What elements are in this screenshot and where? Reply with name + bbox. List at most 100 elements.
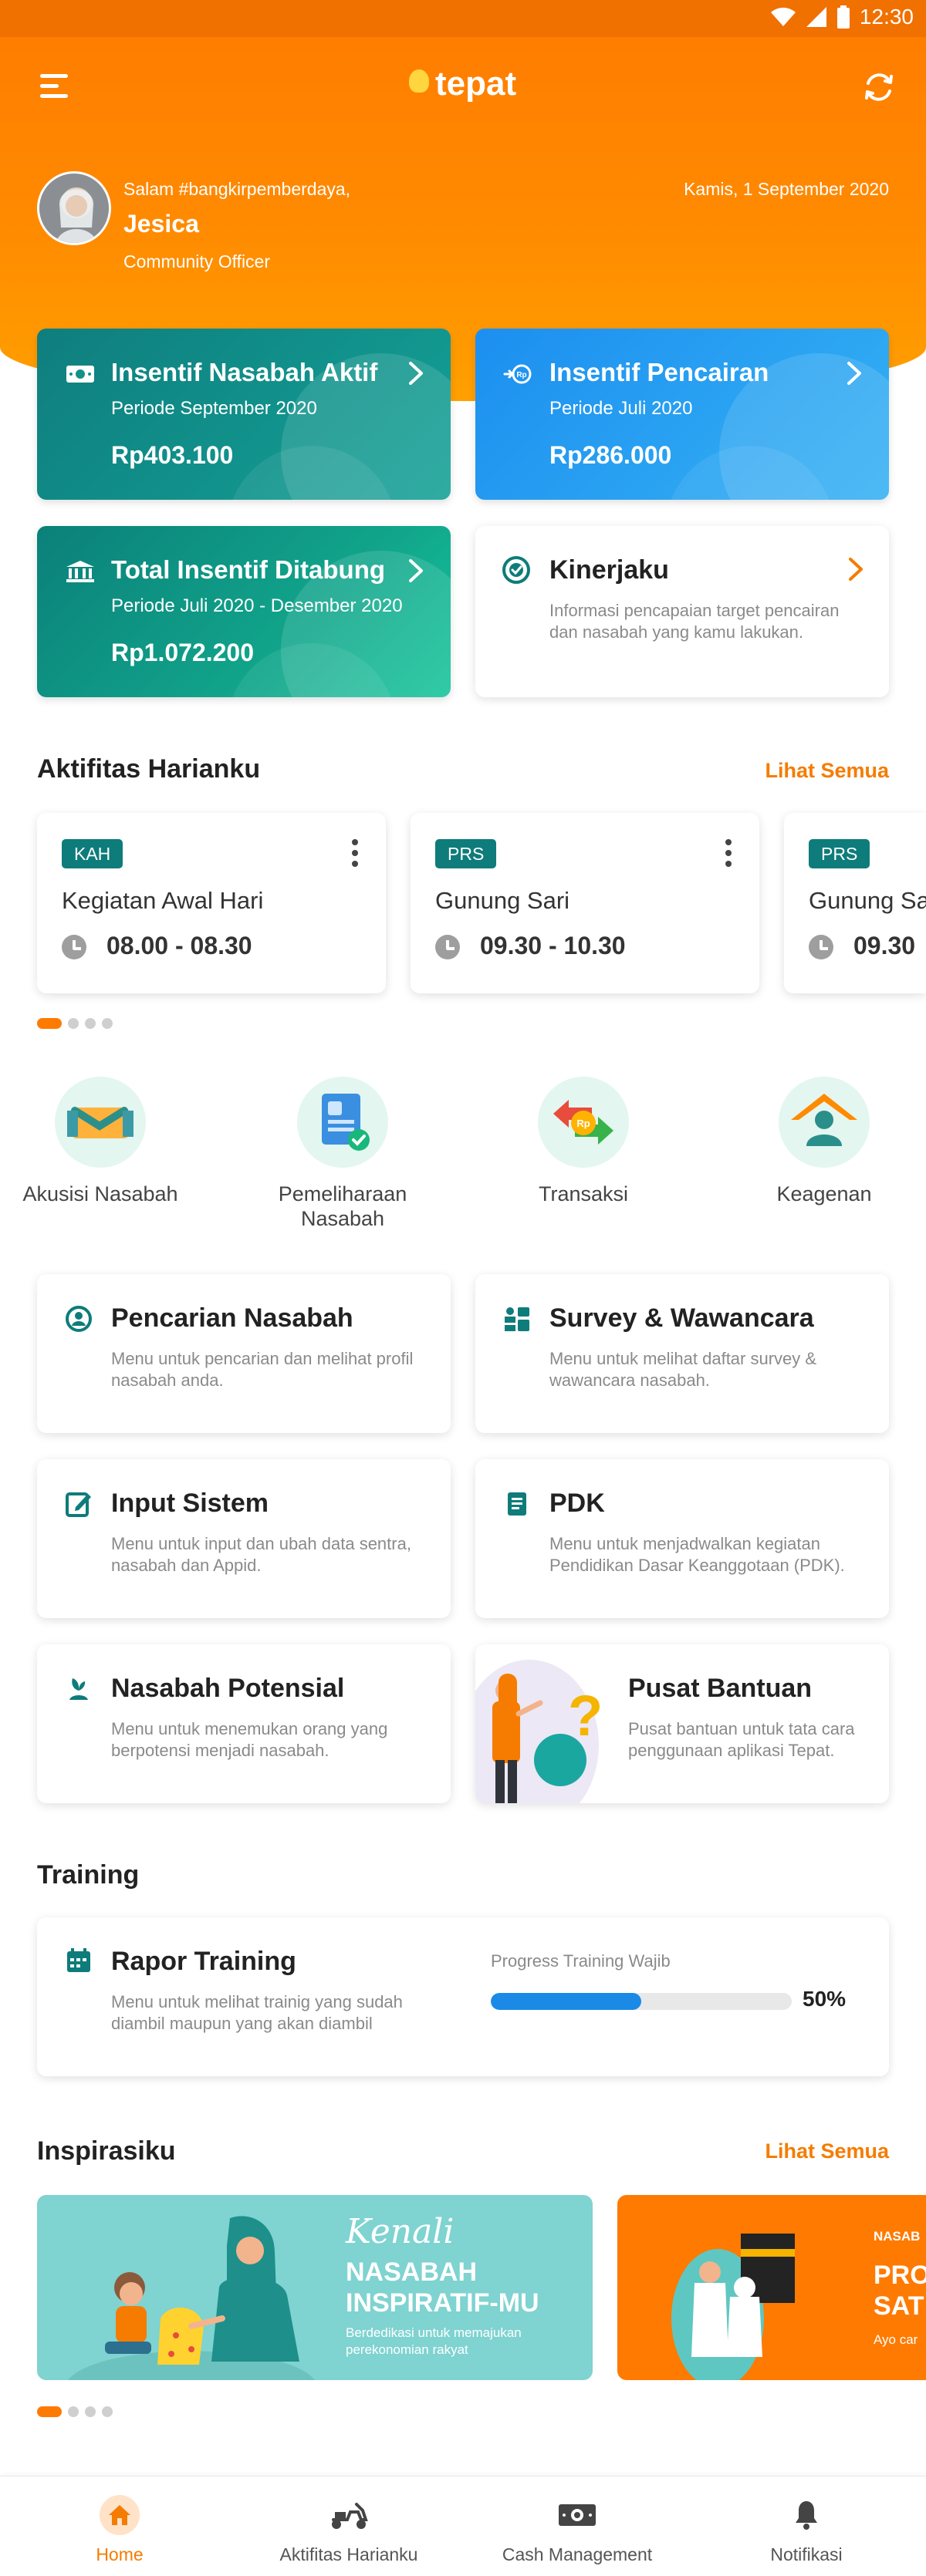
mother-child-illustration bbox=[68, 2216, 315, 2380]
activity-card[interactable]: PRS Gunung Sari 09.30 bbox=[784, 813, 926, 993]
clock-icon bbox=[62, 935, 86, 959]
training-desc: Menu untuk melihat trainig yang sudah di… bbox=[111, 1992, 403, 2033]
activities-pager bbox=[37, 1018, 113, 1029]
svg-text:Rp: Rp bbox=[516, 371, 526, 379]
nav-notifikasi[interactable]: Notifikasi bbox=[706, 2493, 907, 2565]
kinerjaku-card[interactable]: Kinerjaku Informasi pencapaian target pe… bbox=[475, 526, 889, 697]
chevron-right-icon bbox=[409, 559, 423, 582]
training-progress-fill bbox=[491, 1993, 641, 2010]
feature-label: Pemeliharaan Nasabah bbox=[278, 1182, 407, 1230]
edit-icon bbox=[66, 1492, 91, 1517]
hamburger-menu-icon[interactable] bbox=[40, 74, 71, 100]
plant-person-icon bbox=[69, 1678, 88, 1700]
activities-section-title: Aktifitas Harianku bbox=[37, 754, 261, 784]
activity-tag: PRS bbox=[435, 839, 497, 868]
inspirasi-pager bbox=[37, 2406, 113, 2417]
nav-aktifitas-harianku[interactable]: Aktifitas Harianku bbox=[248, 2493, 449, 2565]
banner-script-text: Kenali bbox=[346, 2212, 455, 2251]
menu-card-pencarian-nasabah[interactable]: Pencarian Nasabah Menu untuk pencarian d… bbox=[37, 1274, 451, 1433]
avatar[interactable] bbox=[37, 171, 111, 245]
activities-see-all-link[interactable]: Lihat Semua bbox=[765, 759, 889, 783]
nav-home[interactable]: Home bbox=[19, 2493, 220, 2565]
menu-card-survey-wawancara[interactable]: Survey & Wawancara Menu untuk melihat da… bbox=[475, 1274, 889, 1433]
activity-tag: KAH bbox=[62, 839, 123, 868]
feature-label: Transaksi bbox=[538, 1182, 629, 1205]
menu-desc: Menu untuk pencarian dan melihat profil … bbox=[111, 1349, 414, 1390]
inspirasi-banner[interactable]: Kenali NASABAH INSPIRATIF-MU Berdedikasi… bbox=[37, 2195, 593, 2380]
feature-akusisi-nasabah[interactable]: Akusisi Nasabah bbox=[15, 1077, 185, 1206]
svg-text:Rp: Rp bbox=[576, 1118, 590, 1129]
bell-icon bbox=[785, 2493, 828, 2537]
incentive-period: Periode Juli 2020 bbox=[549, 398, 693, 419]
training-progress-percent: 50% bbox=[803, 1987, 847, 2011]
incentive-period: Periode Juli 2020 - Desember 2020 bbox=[111, 595, 403, 616]
more-options-icon[interactable] bbox=[352, 839, 360, 870]
bank-icon bbox=[66, 561, 94, 582]
menu-card-pdk[interactable]: PDK Menu untuk menjadwalkan kegiatan Pen… bbox=[475, 1459, 889, 1618]
nav-label: Cash Management bbox=[502, 2544, 653, 2564]
pilgrims-illustration bbox=[671, 2234, 795, 2380]
activity-name: Gunung Sari bbox=[809, 887, 926, 914]
menu-desc: Pusat bantuan untuk tata cara penggunaan… bbox=[628, 1719, 855, 1760]
activity-name: Gunung Sari bbox=[435, 887, 570, 914]
activity-time: 09.30 - 10.30 bbox=[480, 932, 626, 959]
cash-icon bbox=[556, 2493, 599, 2537]
menu-title: PDK bbox=[549, 1489, 605, 1518]
logo-text: tepat bbox=[435, 65, 517, 103]
menu-card-input-sistem[interactable]: Input Sistem Menu untuk input dan ubah d… bbox=[37, 1459, 451, 1618]
kinerjaku-desc: Informasi pencapaian target pencairan da… bbox=[549, 601, 840, 642]
incentive-value: Rp286.000 bbox=[549, 441, 672, 469]
menu-desc: Menu untuk menemukan orang yang berpoten… bbox=[111, 1719, 388, 1760]
top-app-bar: tepat bbox=[0, 62, 926, 116]
feature-keagenan[interactable]: Keagenan bbox=[739, 1077, 909, 1206]
banner-headline: PRO SAT bbox=[874, 2261, 926, 2321]
incentive-card-active-customers[interactable]: Insentif Nasabah Aktif Periode September… bbox=[37, 329, 451, 500]
more-options-icon[interactable] bbox=[725, 839, 733, 870]
handshake-icon bbox=[55, 1077, 146, 1168]
profile-section: Salam #bangkirpemberdaya, Jesica Communi… bbox=[37, 171, 889, 279]
activity-card[interactable]: KAH Kegiatan Awal Hari 08.00 - 08.30 bbox=[37, 813, 386, 993]
incentive-value: Rp403.100 bbox=[111, 441, 234, 469]
menu-desc: Menu untuk melihat daftar survey & wawan… bbox=[549, 1349, 817, 1390]
activity-name: Kegiatan Awal Hari bbox=[62, 887, 264, 914]
app-logo: tepat bbox=[409, 65, 516, 103]
activity-time: 08.00 - 08.30 bbox=[106, 932, 252, 959]
status-bar: 12:30 bbox=[0, 0, 926, 37]
menu-title: Pusat Bantuan bbox=[628, 1674, 813, 1703]
menu-title: Input Sistem bbox=[111, 1489, 269, 1518]
help-illustration: ? bbox=[475, 1660, 603, 1803]
activity-time: 09.30 bbox=[853, 932, 916, 959]
inspirasi-section-title: Inspirasiku bbox=[37, 2136, 176, 2166]
incentive-period: Periode September 2020 bbox=[111, 398, 317, 419]
kinerjaku-title: Kinerjaku bbox=[549, 555, 669, 585]
incentive-card-total-saved[interactable]: Total Insentif Ditabung Periode Juli 202… bbox=[37, 526, 451, 697]
menu-desc: Menu untuk menjadwalkan kegiatan Pendidi… bbox=[549, 1534, 845, 1575]
training-title: Rapor Training bbox=[111, 1947, 296, 1976]
activity-card[interactable]: PRS Gunung Sari 09.30 - 10.30 bbox=[411, 813, 759, 993]
refresh-icon[interactable] bbox=[860, 68, 898, 106]
menu-card-pusat-bantuan[interactable]: ? Pusat Bantuan Pusat bantuan untuk tata… bbox=[475, 1644, 889, 1803]
battery-icon bbox=[836, 5, 850, 29]
user-name: Jesica bbox=[123, 210, 199, 238]
menu-title: Survey & Wawancara bbox=[549, 1303, 814, 1333]
feature-label: Keagenan bbox=[776, 1182, 872, 1205]
money-icon bbox=[66, 366, 94, 383]
feature-pemeliharaan-nasabah[interactable]: Pemeliharaan Nasabah bbox=[258, 1077, 428, 1231]
person-search-icon bbox=[66, 1306, 92, 1332]
activity-tag: PRS bbox=[809, 839, 870, 868]
user-role: Community Officer bbox=[123, 251, 271, 271]
nav-cash-management[interactable]: Cash Management bbox=[477, 2493, 678, 2565]
incentive-card-disbursement[interactable]: Rp Insentif Pencairan Periode Juli 2020 … bbox=[475, 329, 889, 500]
inspirasi-banner[interactable]: NASAB PRO SAT Ayo car bbox=[617, 2195, 926, 2380]
bottom-navigation: Home Aktifitas Harianku Cash Management … bbox=[0, 2476, 926, 2576]
inspirasi-see-all-link[interactable]: Lihat Semua bbox=[765, 2139, 889, 2163]
nav-label: Aktifitas Harianku bbox=[279, 2544, 418, 2564]
disbursement-icon: Rp bbox=[503, 364, 532, 384]
performance-badge-icon bbox=[502, 556, 530, 584]
svg-text:?: ? bbox=[568, 1684, 603, 1748]
signal-icon bbox=[806, 7, 826, 27]
clock-icon bbox=[809, 935, 833, 959]
menu-card-nasabah-potensial[interactable]: Nasabah Potensial Menu untuk menemukan o… bbox=[37, 1644, 451, 1803]
chevron-right-icon bbox=[849, 558, 863, 581]
feature-transaksi[interactable]: Rp Transaksi bbox=[498, 1077, 668, 1206]
